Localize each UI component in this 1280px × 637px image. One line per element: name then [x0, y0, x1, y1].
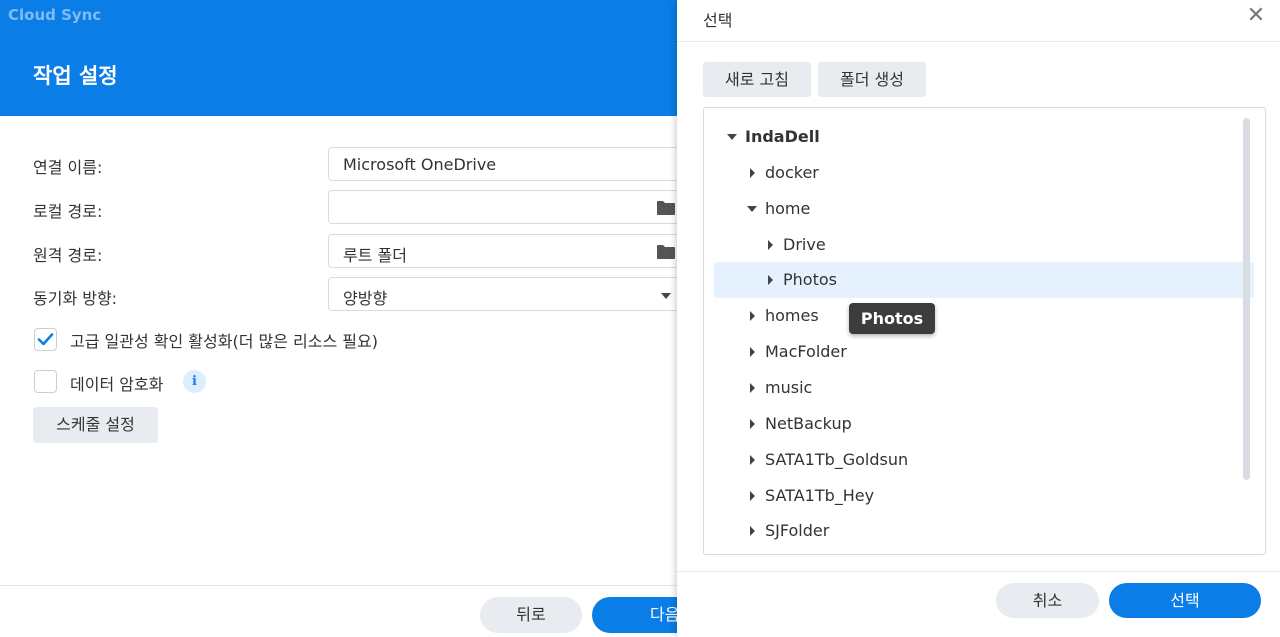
back-button[interactable]: 뒤로: [480, 597, 582, 633]
tree-item-label: NetBackup: [765, 414, 852, 433]
next-button-label: 다음: [650, 605, 680, 624]
app-title: Cloud Sync: [8, 6, 102, 24]
cancel-button[interactable]: 취소: [996, 583, 1099, 618]
tree-item-root[interactable]: IndaDell: [714, 119, 1254, 155]
tree-item-macfolder[interactable]: MacFolder: [714, 334, 1254, 370]
tree-item-sata1tb-goldsun[interactable]: SATA1Tb_Goldsun: [714, 442, 1254, 478]
sync-direction-label: 동기화 방향:: [33, 289, 118, 308]
caret-right-icon[interactable]: [768, 240, 773, 250]
check-icon: [37, 333, 54, 346]
remote-path-value: 루트 폴더: [343, 246, 407, 265]
tooltip: Photos: [849, 303, 935, 334]
tree-item-photos[interactable]: Photos: [714, 262, 1254, 298]
folder-icon[interactable]: [657, 201, 675, 215]
caret-right-icon[interactable]: [750, 168, 755, 178]
caret-right-icon[interactable]: [750, 455, 755, 465]
connection-name-value: Microsoft OneDrive: [343, 155, 497, 174]
caret-right-icon[interactable]: [750, 419, 755, 429]
schedule-settings-button[interactable]: 스케줄 설정: [33, 407, 158, 443]
caret-right-icon[interactable]: [750, 491, 755, 501]
tree-item-label: SJFolder: [765, 521, 830, 540]
remote-path-label: 원격 경로:: [33, 246, 103, 265]
connection-name-field[interactable]: Microsoft OneDrive: [328, 147, 688, 181]
wizard-title: 작업 설정: [33, 64, 118, 88]
tree-item-sata1tb-hey[interactable]: SATA1Tb_Hey: [714, 478, 1254, 514]
caret-right-icon[interactable]: [750, 383, 755, 393]
tree-item-label: MacFolder: [765, 342, 847, 361]
tree-item-docker[interactable]: docker: [714, 155, 1254, 191]
info-icon[interactable]: i: [183, 370, 206, 393]
select-folder-dialog: 선택 ✕ 새로 고침 폴더 생성 IndaDell docker home Dr…: [677, 0, 1280, 637]
local-path-field[interactable]: [328, 190, 688, 224]
folder-tree: IndaDell docker home Drive Photos homes …: [703, 107, 1266, 555]
encryption-label: 데이터 암호화: [70, 375, 164, 394]
tree-item-label: music: [765, 378, 813, 397]
consistency-checkbox[interactable]: [34, 328, 57, 351]
caret-right-icon[interactable]: [750, 347, 755, 357]
tree-item-label: home: [765, 199, 811, 218]
caret-down-icon[interactable]: [747, 206, 757, 212]
local-path-label: 로컬 경로:: [33, 202, 103, 221]
sync-direction-select[interactable]: 양방향: [328, 277, 688, 311]
tree-item-drive[interactable]: Drive: [714, 227, 1254, 263]
caret-right-icon[interactable]: [750, 526, 755, 536]
tree-item-label: SATA1Tb_Goldsun: [765, 450, 909, 469]
caret-right-icon[interactable]: [750, 311, 755, 321]
tree-item-label: Drive: [783, 235, 826, 254]
caret-down-icon[interactable]: [727, 134, 737, 140]
tree-item-label: Photos: [783, 270, 837, 289]
select-button[interactable]: 선택: [1109, 583, 1261, 618]
remote-path-field[interactable]: 루트 폴더: [328, 234, 688, 268]
tree-item-label: SATA1Tb_Hey: [765, 486, 875, 505]
tree-item-home[interactable]: home: [714, 191, 1254, 227]
folder-icon[interactable]: [657, 245, 675, 259]
tree-item-label: IndaDell: [745, 127, 820, 146]
refresh-button[interactable]: 새로 고침: [703, 62, 811, 97]
create-folder-button[interactable]: 폴더 생성: [818, 62, 926, 97]
tree-item-label: docker: [765, 163, 819, 182]
close-icon[interactable]: ✕: [1246, 5, 1266, 27]
connection-name-label: 연결 이름:: [33, 158, 103, 177]
dialog-footer-divider: [677, 571, 1280, 572]
encryption-checkbox[interactable]: [34, 370, 57, 393]
consistency-label: 고급 일관성 확인 활성화(더 많은 리소스 필요): [70, 332, 378, 351]
tree-scrollbar[interactable]: [1243, 118, 1250, 480]
tree-item-netbackup[interactable]: NetBackup: [714, 406, 1254, 442]
sync-direction-value: 양방향: [343, 289, 388, 308]
dialog-title: 선택: [703, 11, 733, 30]
dialog-header-divider: [677, 41, 1280, 42]
tree-item-sjfolder[interactable]: SJFolder: [714, 513, 1254, 549]
chevron-down-icon: [661, 293, 671, 299]
tree-item-music[interactable]: music: [714, 370, 1254, 406]
tree-item-label: homes: [765, 306, 819, 325]
caret-right-icon[interactable]: [768, 275, 773, 285]
tree-item-homes[interactable]: homes: [714, 298, 1254, 334]
